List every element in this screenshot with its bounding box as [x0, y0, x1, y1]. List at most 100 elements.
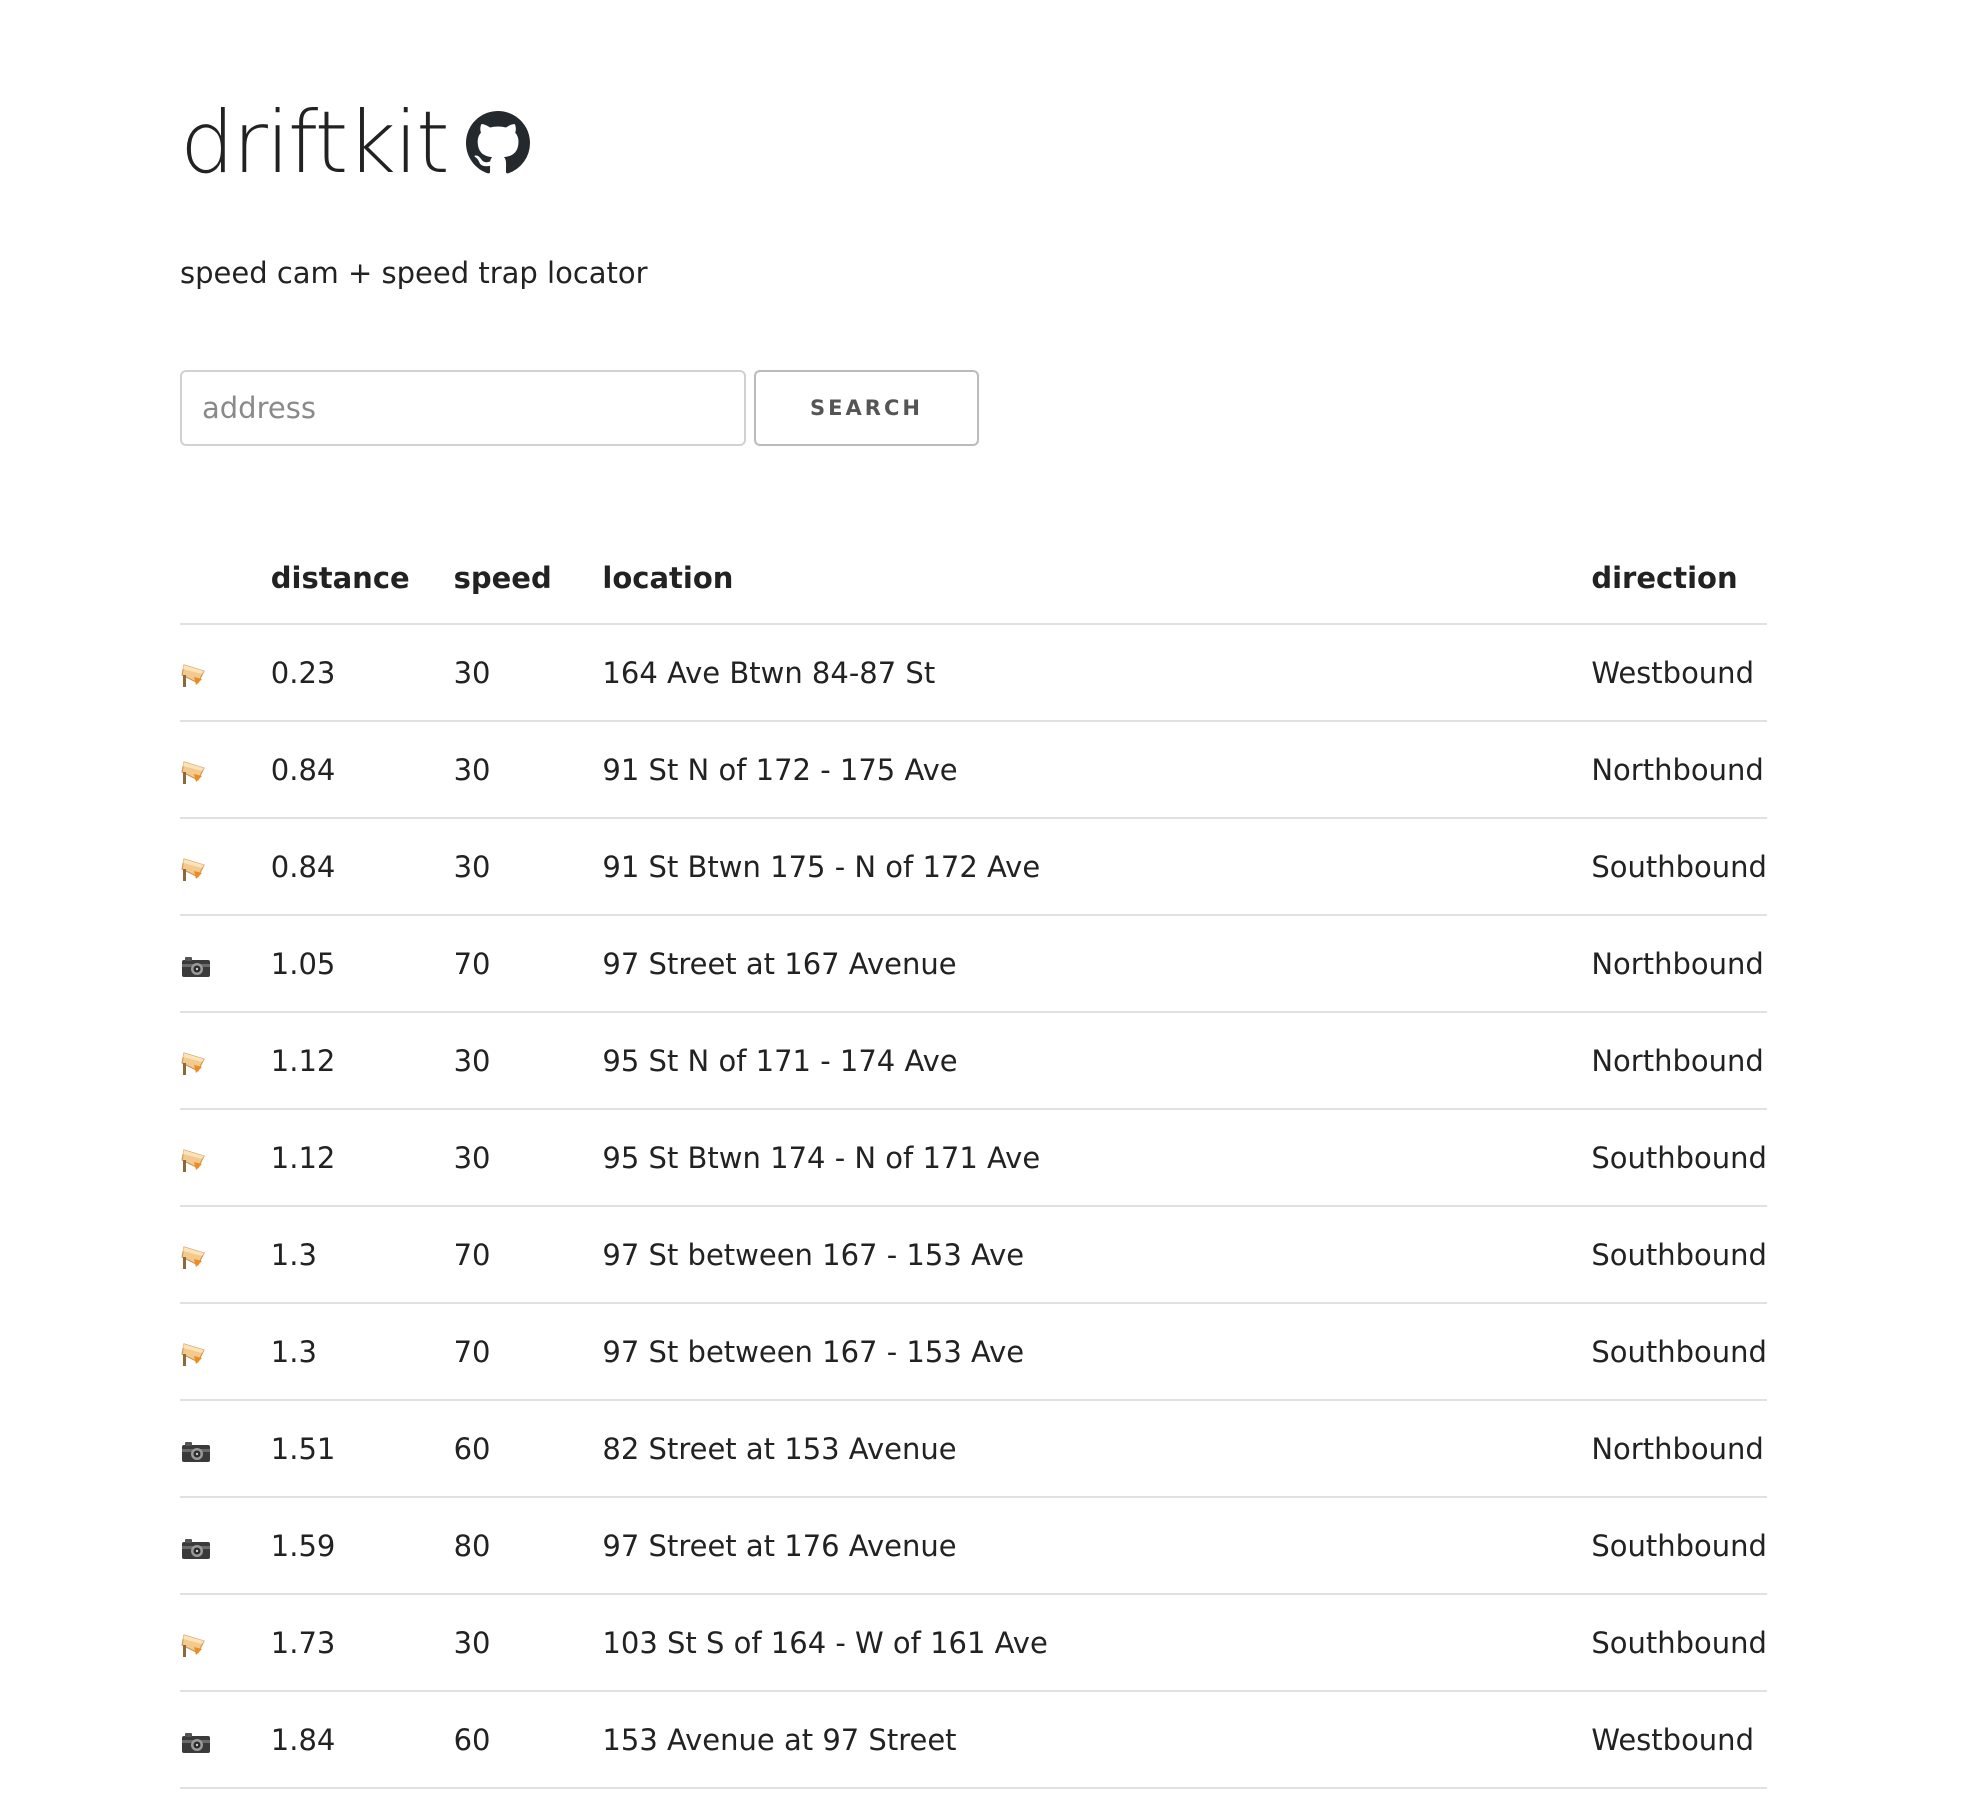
header-type [180, 532, 271, 625]
police-light-icon [180, 855, 212, 883]
direction-cell: Northbound [1591, 1400, 1767, 1498]
speed-cell: 30 [453, 1012, 603, 1110]
location-cell: 97 Street at 176 Avenue [602, 1497, 1592, 1595]
distance-cell: 1.51 [270, 1400, 454, 1498]
table-row: 1.59 80 97 Street at 176 Avenue Southbound [180, 1497, 1767, 1595]
table-row: 1.05 70 97 Street at 167 Avenue Northbound [180, 915, 1767, 1013]
location-cell: 97 Street at 167 Avenue [602, 915, 1592, 1013]
type-cell [180, 1109, 271, 1207]
speed-cell: 30 [453, 1594, 603, 1692]
direction-cell: Westbound [1591, 1691, 1767, 1789]
distance-cell: 1.3 [270, 1303, 454, 1401]
type-cell [180, 1497, 271, 1595]
distance-cell: 1.12 [270, 1109, 454, 1207]
table-row: 1.3 70 97 St between 167 - 153 Ave Southbou… [180, 1206, 1767, 1304]
table-row: 1.3 70 97 St between 167 - 153 Ave Southbou… [180, 1303, 1767, 1401]
header-speed: speed [453, 532, 603, 625]
police-light-icon [180, 661, 212, 689]
police-light-icon [180, 1631, 212, 1659]
distance-cell: 0.84 [270, 721, 454, 819]
type-cell [180, 721, 271, 819]
type-cell [180, 1303, 271, 1401]
speed-cell: 80 [453, 1497, 603, 1595]
table-row: 1.12 30 95 St Btwn 174 - N of 171 Ave South… [180, 1109, 1767, 1207]
direction-cell: Northbound [1591, 721, 1767, 819]
type-cell [180, 1400, 271, 1498]
direction-cell: Southbound [1591, 1206, 1767, 1304]
location-cell: 91 St Btwn 175 - N of 172 Ave [602, 818, 1592, 916]
camera-icon [180, 952, 212, 980]
direction-cell: Southbound [1591, 1109, 1767, 1207]
direction-cell: Northbound [1591, 1012, 1767, 1110]
speed-cell: 30 [453, 1109, 603, 1207]
location-cell: 153 Avenue at 97 Street [602, 1691, 1592, 1789]
distance-cell: 1.59 [270, 1497, 454, 1595]
table-row: 1.73 30 103 St S of 164 - W of 161 Ave Sout… [180, 1594, 1767, 1692]
direction-cell: Southbound [1591, 818, 1767, 916]
distance-cell: 1.05 [270, 915, 454, 1013]
direction-cell: Westbound [1591, 624, 1767, 722]
camera-icon [180, 1728, 212, 1756]
distance-cell: 0.23 [270, 624, 454, 722]
direction-cell: Southbound [1591, 1594, 1767, 1692]
table-row: 1.51 60 82 Street at 153 Avenue Northbound [180, 1400, 1767, 1498]
header-location: location [602, 532, 1592, 625]
police-light-icon [180, 1243, 212, 1271]
results-table: distance speed location direction 0.23 30… [180, 532, 1767, 1789]
speed-cell: 30 [453, 624, 603, 722]
camera-icon [180, 1437, 212, 1465]
location-cell: 95 St Btwn 174 - N of 171 Ave [602, 1109, 1592, 1207]
police-light-icon [180, 1146, 212, 1174]
header: driftkit [180, 100, 530, 186]
police-light-icon [180, 1340, 212, 1368]
distance-cell: 1.84 [270, 1691, 454, 1789]
location-cell: 97 St between 167 - 153 Ave [602, 1206, 1592, 1304]
direction-cell: Southbound [1591, 1303, 1767, 1401]
page: driftkit speed cam + speed trap locator … [0, 0, 1980, 1796]
speed-cell: 70 [453, 915, 603, 1013]
table-row: 0.84 30 91 St Btwn 175 - N of 172 Ave South… [180, 818, 1767, 916]
type-cell [180, 915, 271, 1013]
type-cell [180, 1206, 271, 1304]
speed-cell: 60 [453, 1691, 603, 1789]
search-form: SEARCH [180, 370, 979, 446]
location-cell: 82 Street at 153 Avenue [602, 1400, 1592, 1498]
type-cell [180, 1594, 271, 1692]
distance-cell: 1.12 [270, 1012, 454, 1110]
type-cell [180, 818, 271, 916]
header-distance: distance [270, 532, 454, 625]
table-body: 0.23 30 164 Ave Btwn 84-87 St Westbound 0.8… [180, 624, 1767, 1789]
speed-cell: 60 [453, 1400, 603, 1498]
location-cell: 97 St between 167 - 153 Ave [602, 1303, 1592, 1401]
location-cell: 103 St S of 164 - W of 161 Ave [602, 1594, 1592, 1692]
table-row: 1.12 30 95 St N of 171 - 174 Ave Northbound [180, 1012, 1767, 1110]
type-cell [180, 1691, 271, 1789]
address-input[interactable] [180, 370, 746, 446]
location-cell: 91 St N of 172 - 175 Ave [602, 721, 1592, 819]
speed-cell: 30 [453, 818, 603, 916]
table-row: 0.84 30 91 St N of 172 - 175 Ave Northbound [180, 721, 1767, 819]
location-cell: 164 Ave Btwn 84-87 St [602, 624, 1592, 722]
speed-cell: 30 [453, 721, 603, 819]
table-header-row: distance speed location direction [180, 532, 1767, 625]
location-cell: 95 St N of 171 - 174 Ave [602, 1012, 1592, 1110]
app-title: driftkit [180, 93, 450, 193]
speed-cell: 70 [453, 1303, 603, 1401]
camera-icon [180, 1534, 212, 1562]
type-cell [180, 1012, 271, 1110]
header-direction: direction [1591, 532, 1767, 625]
distance-cell: 1.73 [270, 1594, 454, 1692]
distance-cell: 0.84 [270, 818, 454, 916]
direction-cell: Northbound [1591, 915, 1767, 1013]
subtitle: speed cam + speed trap locator [180, 256, 648, 290]
search-button[interactable]: SEARCH [754, 370, 979, 446]
table-row: 0.23 30 164 Ave Btwn 84-87 St Westbound [180, 624, 1767, 722]
table-row: 1.84 60 153 Avenue at 97 Street Westbound [180, 1691, 1767, 1789]
github-icon[interactable] [465, 111, 530, 175]
direction-cell: Southbound [1591, 1497, 1767, 1595]
speed-cell: 70 [453, 1206, 603, 1304]
police-light-icon [180, 758, 212, 786]
distance-cell: 1.3 [270, 1206, 454, 1304]
type-cell [180, 624, 271, 722]
police-light-icon [180, 1049, 212, 1077]
